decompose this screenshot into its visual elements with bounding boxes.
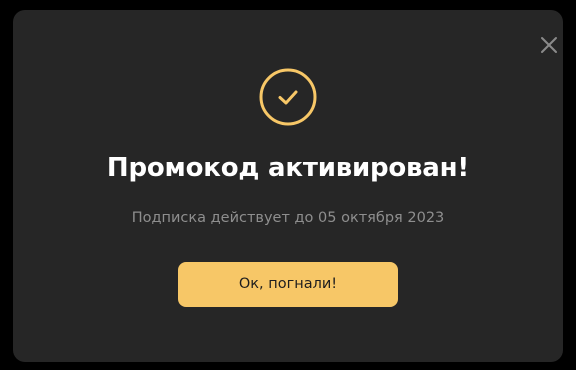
ok-button[interactable]: Ок, погнали!: [178, 262, 398, 307]
promo-success-modal: Промокод активирован! Подписка действует…: [13, 10, 563, 362]
modal-title: Промокод активирован!: [106, 153, 470, 183]
check-circle-icon: [259, 68, 317, 126]
subscription-expiry-text: Подписка действует до 05 октября 2023: [131, 210, 445, 226]
close-icon[interactable]: [539, 35, 559, 55]
